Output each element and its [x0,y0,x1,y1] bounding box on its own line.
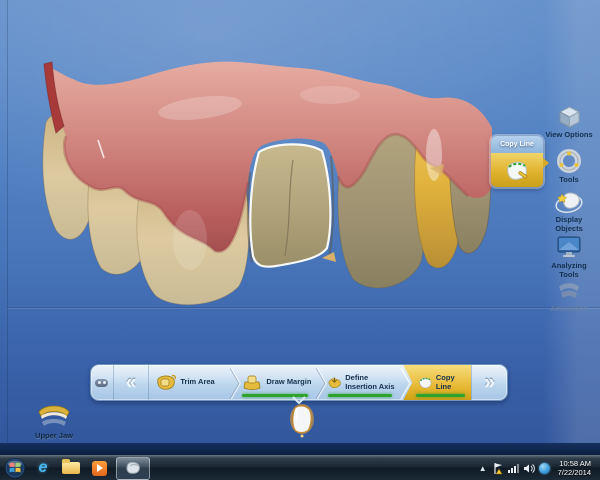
internet-explorer-icon: e [39,459,48,477]
sidebar-item-label: Articulation [550,305,587,314]
copy-line-step-icon [417,373,432,392]
copy-line-popup[interactable]: Copy Line [491,136,543,187]
draw-margin-icon [241,373,263,392]
sidebar-item-articulation: Articulation [544,279,594,314]
media-player-button[interactable] [86,457,112,480]
internet-explorer-button[interactable]: e [30,457,56,480]
network-icon[interactable] [508,464,519,473]
workflow-forward-button[interactable]: » [471,365,507,400]
copy-line-popup-body[interactable] [491,153,543,187]
upper-jaw-icon [34,400,74,430]
sidebar-item-label: Analyzing Tools [544,262,594,279]
step-label: Define Insertion Axis [345,374,395,391]
workflow-step-trim-area[interactable]: Trim Area [149,365,235,400]
jaw-selector-upper-jaw[interactable]: Upper Jaw [28,400,80,440]
action-center-flag-icon[interactable] [493,462,504,475]
workflow-step-draw-margin[interactable]: Draw Margin [235,365,321,400]
folder-icon [62,462,80,474]
selected-tooth-indicator[interactable] [288,403,316,439]
show-hidden-icons-button[interactable]: ▲ [477,464,489,473]
windows-taskbar: e ▲ 1 [0,455,600,480]
copy-line-popup-title: Copy Line [491,136,543,153]
workflow-back-button[interactable]: « [114,365,150,400]
window-bottom-strip [0,443,600,455]
taskbar-clock[interactable]: 10:58 AM 7/22/2014 [554,459,595,477]
clock-time: 10:58 AM [559,459,591,468]
media-player-icon [92,461,107,476]
display-objects-icon [554,188,584,214]
step-completed-indicator [328,394,392,397]
start-button[interactable] [2,457,28,480]
sidebar-item-analyzing-tools[interactable]: Analyzing Tools [544,234,594,279]
workflow-step-define-insertion-axis[interactable]: Define Insertion Axis [321,365,405,400]
model-viewport[interactable]: Copy Line View Options [0,0,600,443]
volume-icon[interactable] [523,463,535,474]
view-options-cube-icon [557,105,582,129]
step-label: Copy Line [436,374,462,391]
dental-app-icon [124,460,142,476]
step-completed-indicator [416,394,465,397]
copy-line-tooth-icon [504,159,530,181]
system-tray: ▲ 10:58 AM 7/22/2014 [477,456,600,480]
step-label: Trim Area [180,378,214,387]
prepared-tooth [250,144,330,266]
workflow-steps: Trim Area Draw Margin Define Insertio [149,365,471,400]
tooth-gloss [173,210,207,270]
workflow-visibility-button[interactable] [91,365,114,400]
application-window: Copy Line View Options [0,0,600,480]
gum-gloss [300,86,360,104]
sidebar-item-label: Display Objects [544,216,594,233]
articulation-icon [555,279,583,303]
sidebar-item-view-options[interactable]: View Options [544,105,594,140]
sidebar-item-label: View Options [545,131,592,140]
file-explorer-button[interactable] [58,457,84,480]
step-label: Draw Margin [266,378,311,387]
define-insertion-axis-icon [327,373,342,392]
trim-area-icon [155,373,177,392]
eye-icon [95,379,108,387]
tray-update-icon[interactable] [539,463,550,474]
workflow-step-copy-line[interactable]: Copy Line [403,365,471,400]
windows-start-icon [5,458,25,478]
analyzing-tools-icon [555,234,583,260]
sidebar-item-display-objects[interactable]: Display Objects [544,188,594,233]
tools-ring-icon [556,149,582,174]
clock-date: 7/22/2014 [558,468,591,477]
dental-app-taskbar-button[interactable] [116,457,150,480]
jaw-selector-label: Upper Jaw [35,431,73,440]
sidebar-item-label: Tools [559,176,578,185]
sidebar-item-tools[interactable]: Tools [544,149,594,185]
